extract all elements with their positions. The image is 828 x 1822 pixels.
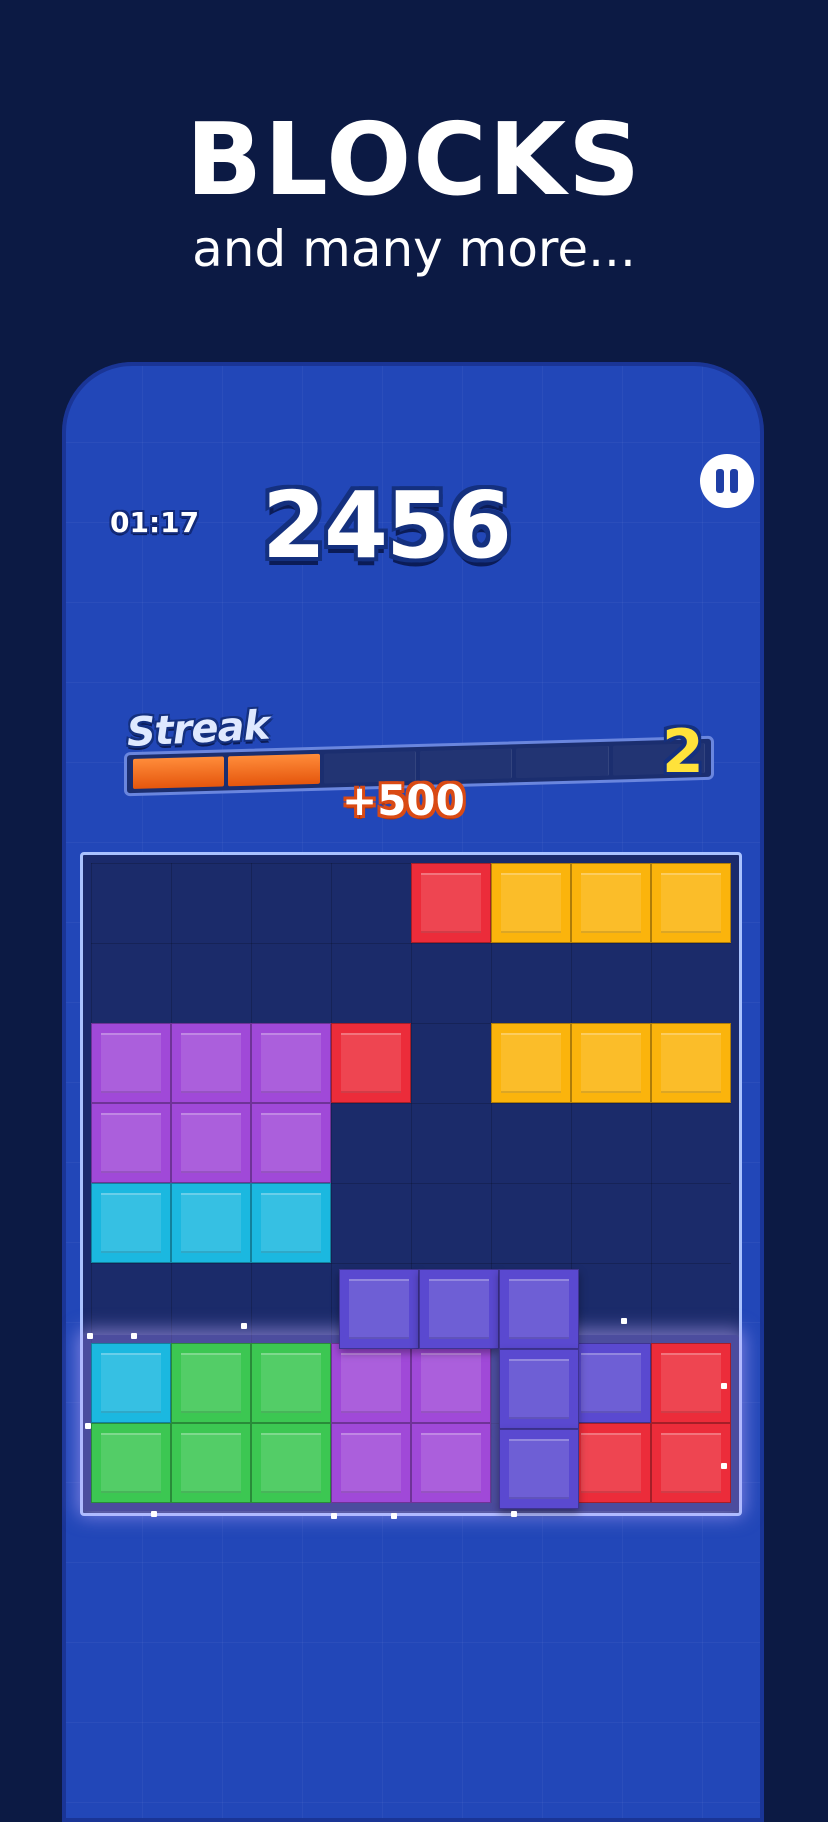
block-yellow bbox=[571, 863, 651, 943]
board-grid bbox=[83, 863, 739, 1519]
block-red bbox=[331, 1023, 411, 1103]
sparkle bbox=[87, 1333, 93, 1339]
block-yellow bbox=[491, 1023, 571, 1103]
sparkle bbox=[331, 1513, 337, 1519]
block-green bbox=[91, 1423, 171, 1503]
block-yellow bbox=[491, 863, 571, 943]
promo-subheadline: and many more... bbox=[192, 220, 636, 278]
sparkle bbox=[721, 1383, 727, 1389]
block-cyan bbox=[91, 1343, 171, 1423]
block-red bbox=[651, 1423, 731, 1503]
block-cyan bbox=[91, 1183, 171, 1263]
streak-segment bbox=[228, 753, 320, 787]
block-purple bbox=[171, 1103, 251, 1183]
block-green bbox=[251, 1343, 331, 1423]
sparkle bbox=[511, 1511, 517, 1517]
block-cyan bbox=[171, 1183, 251, 1263]
block-yellow bbox=[571, 1023, 651, 1103]
block-red bbox=[571, 1423, 651, 1503]
block-indigo bbox=[571, 1343, 651, 1423]
score: 2456 bbox=[262, 472, 512, 579]
bonus-points: +500 bbox=[342, 776, 465, 825]
streak-segment bbox=[516, 745, 609, 779]
timer: 01:17 bbox=[110, 506, 200, 539]
sparkle bbox=[131, 1333, 137, 1339]
dragged-piece-block[interactable] bbox=[499, 1349, 579, 1429]
block-purple bbox=[171, 1023, 251, 1103]
streak-segment bbox=[133, 756, 225, 789]
pause-icon-bar bbox=[730, 469, 738, 493]
block-purple bbox=[331, 1343, 411, 1423]
dragged-piece-block[interactable] bbox=[419, 1269, 499, 1349]
dragged-piece-block[interactable] bbox=[499, 1429, 579, 1509]
block-red bbox=[411, 863, 491, 943]
block-purple bbox=[91, 1023, 171, 1103]
block-green bbox=[171, 1343, 251, 1423]
block-green bbox=[251, 1423, 331, 1503]
block-purple bbox=[91, 1103, 171, 1183]
streak-count: 2 bbox=[662, 717, 704, 787]
sparkle bbox=[241, 1323, 247, 1329]
sparkle bbox=[85, 1423, 91, 1429]
promo-headline: BLOCKS bbox=[185, 101, 643, 218]
game-screen: 01:17 2456 Streak 2 +500 bbox=[62, 362, 764, 1822]
block-purple bbox=[331, 1423, 411, 1503]
block-purple bbox=[251, 1103, 331, 1183]
sparkle bbox=[621, 1318, 627, 1324]
sparkle bbox=[151, 1511, 157, 1517]
dragged-piece-block[interactable] bbox=[499, 1269, 579, 1349]
block-purple bbox=[411, 1343, 491, 1423]
block-yellow bbox=[651, 1023, 731, 1103]
block-cyan bbox=[251, 1183, 331, 1263]
sparkle bbox=[721, 1463, 727, 1469]
game-board[interactable] bbox=[80, 852, 742, 1519]
block-purple bbox=[411, 1423, 491, 1503]
block-purple bbox=[251, 1023, 331, 1103]
pause-icon bbox=[716, 469, 724, 493]
block-green bbox=[171, 1423, 251, 1503]
pause-button[interactable] bbox=[700, 454, 754, 508]
sparkle bbox=[391, 1513, 397, 1519]
block-yellow bbox=[651, 863, 731, 943]
block-red bbox=[651, 1343, 731, 1423]
dragged-piece-block[interactable] bbox=[339, 1269, 419, 1349]
